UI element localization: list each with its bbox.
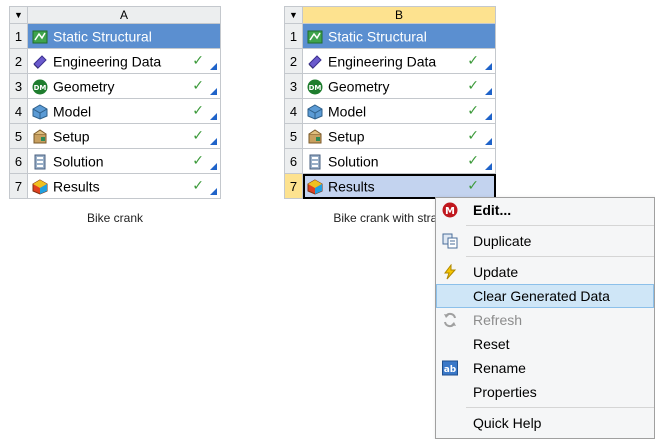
corner-marker-icon [485, 163, 492, 170]
row-number: 1 [9, 23, 28, 49]
menu-item-duplicate[interactable]: Duplicate [436, 229, 654, 253]
check-icon: ✓ [192, 152, 204, 168]
menu-item-rename[interactable]: ab Rename [436, 356, 654, 380]
system-a-table: ▼ A 1 Static Structural 2 Engineering Da… [9, 6, 221, 199]
check-icon: ✓ [467, 77, 479, 93]
row-number: 2 [9, 48, 28, 74]
lightning-icon [444, 264, 457, 280]
results-icon [307, 179, 323, 195]
static-structural-icon [307, 30, 323, 44]
svg-text:DM: DM [309, 84, 322, 92]
check-icon: ✓ [467, 152, 479, 168]
results-icon [32, 179, 48, 195]
row-number: 2 [284, 48, 303, 74]
corner-marker-icon [485, 138, 492, 145]
row-number: 7 [284, 173, 303, 199]
engineering-data-icon [33, 54, 47, 69]
corner-marker-icon [210, 63, 217, 70]
check-icon: ✓ [192, 127, 204, 143]
row-number: 6 [9, 148, 28, 174]
corner-marker-icon [485, 63, 492, 70]
row-number: 3 [284, 73, 303, 99]
check-icon: ✓ [467, 102, 479, 118]
cell-solution[interactable]: Solution ✓ [302, 148, 496, 174]
geometry-icon: DM [32, 79, 48, 95]
system-a: ▼ A 1 Static Structural 2 Engineering Da… [9, 6, 221, 225]
menu-item-properties[interactable]: Properties [436, 380, 654, 404]
refresh-icon [444, 312, 456, 328]
corner-marker-icon [210, 138, 217, 145]
system-title-cell[interactable]: Static Structural [27, 23, 221, 49]
cell-geometry[interactable]: DM Geometry ✓ [302, 73, 496, 99]
engineering-data-icon [308, 54, 322, 69]
corner-marker-icon [485, 88, 492, 95]
check-icon: ✓ [192, 102, 204, 118]
row-number: 4 [284, 98, 303, 124]
row-number: 3 [9, 73, 28, 99]
menu-item-quick-help[interactable]: Quick Help [436, 411, 654, 435]
geometry-icon: DM [307, 79, 323, 95]
solution-icon [309, 154, 321, 170]
check-icon: ✓ [467, 52, 479, 68]
setup-icon [308, 129, 322, 144]
cell-model[interactable]: Model ✓ [27, 98, 221, 124]
row-number: 7 [9, 173, 28, 199]
system-title-cell[interactable]: Static Structural [302, 23, 496, 49]
check-icon: ✓ [192, 52, 204, 68]
cell-engineering-data[interactable]: Engineering Data ✓ [27, 48, 221, 74]
check-icon: ✓ [467, 177, 479, 193]
menu-item-reset[interactable]: Reset [436, 332, 654, 356]
svg-text:DM: DM [34, 84, 47, 92]
system-b-table: ▼ B 1 Static Structural 2 Engineering Da… [284, 6, 496, 199]
cell-results[interactable]: Results ✓ [27, 173, 221, 199]
svg-text:M: M [445, 206, 455, 217]
cell-solution[interactable]: Solution ✓ [27, 148, 221, 174]
menu-item-clear-generated-data[interactable]: Clear Generated Data [436, 284, 654, 308]
collapse-arrow-icon[interactable]: ▼ [284, 6, 303, 24]
row-number: 6 [284, 148, 303, 174]
collapse-arrow-icon[interactable]: ▼ [9, 6, 28, 24]
column-header-a: A [27, 6, 221, 24]
row-number: 5 [9, 123, 28, 149]
corner-marker-icon [210, 163, 217, 170]
cell-engineering-data[interactable]: Engineering Data ✓ [302, 48, 496, 74]
cell-geometry[interactable]: DM Geometry ✓ [27, 73, 221, 99]
cell-setup[interactable]: Setup ✓ [302, 123, 496, 149]
cell-model[interactable]: Model ✓ [302, 98, 496, 124]
check-icon: ✓ [192, 177, 204, 193]
system-b: ▼ B 1 Static Structural 2 Engineering Da… [284, 6, 496, 225]
mechanical-icon: M [442, 202, 458, 218]
cell-results-selected[interactable]: Results ✓ [302, 173, 496, 199]
menu-separator [466, 256, 654, 257]
check-icon: ✓ [192, 77, 204, 93]
menu-item-edit[interactable]: M Edit... [436, 198, 654, 222]
context-menu: M Edit... Duplicate Update Clear Generat… [435, 197, 655, 439]
cell-setup[interactable]: Setup ✓ [27, 123, 221, 149]
corner-marker-icon [210, 188, 217, 195]
menu-item-refresh[interactable]: Refresh [436, 308, 654, 332]
corner-marker-icon [210, 88, 217, 95]
duplicate-icon [442, 233, 458, 249]
row-number: 1 [284, 23, 303, 49]
setup-icon [33, 129, 47, 144]
menu-separator [466, 225, 654, 226]
menu-item-update[interactable]: Update [436, 260, 654, 284]
column-header-b: B [302, 6, 496, 24]
model-icon [307, 104, 323, 120]
check-icon: ✓ [467, 127, 479, 143]
svg-text:ab: ab [444, 365, 457, 375]
menu-separator [466, 407, 654, 408]
row-number: 4 [9, 98, 28, 124]
system-caption[interactable]: Bike crank [9, 211, 221, 225]
rename-icon: ab [442, 360, 458, 376]
corner-marker-icon [210, 113, 217, 120]
solution-icon [34, 154, 46, 170]
model-icon [32, 104, 48, 120]
row-number: 5 [284, 123, 303, 149]
corner-marker-icon [485, 113, 492, 120]
static-structural-icon [32, 30, 48, 44]
